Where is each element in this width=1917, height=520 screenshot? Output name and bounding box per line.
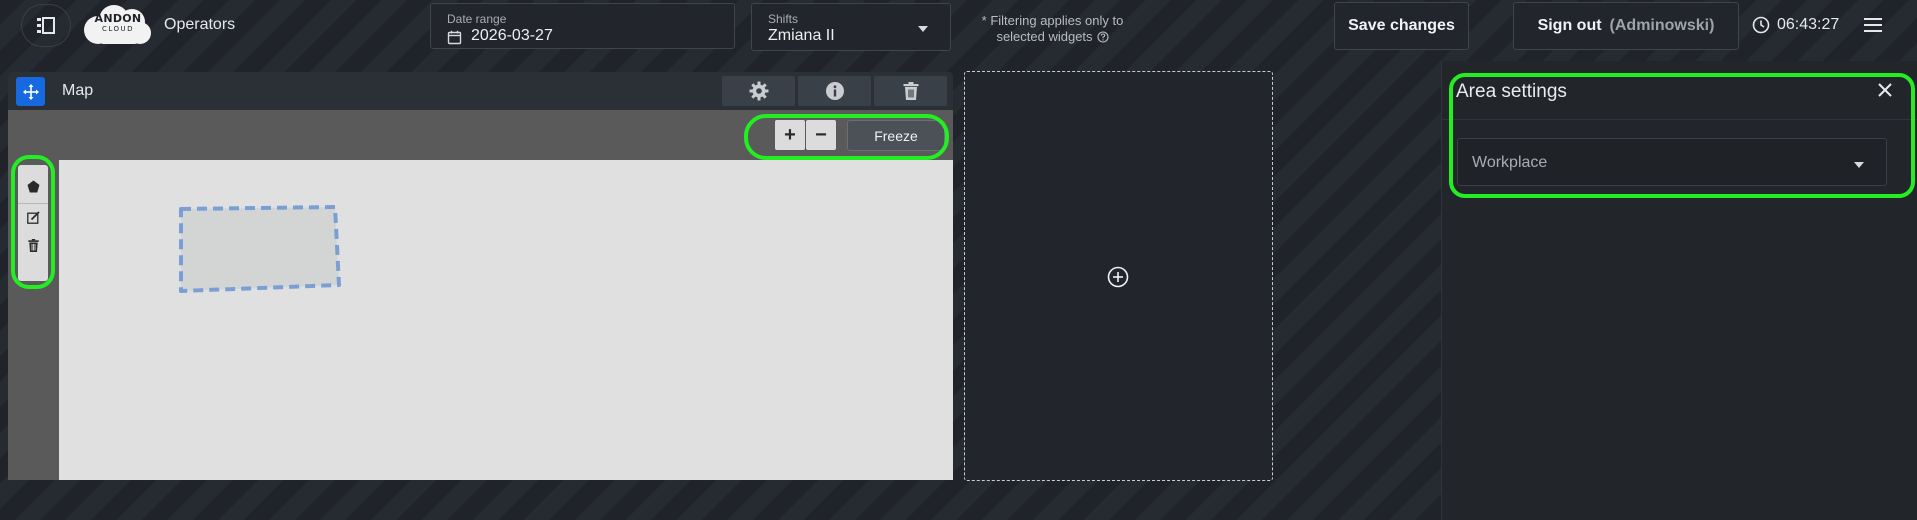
workplace-select[interactable]: Workplace (1457, 138, 1887, 186)
map-canvas[interactable] (59, 160, 953, 480)
edit-shapes-button[interactable] (18, 203, 48, 231)
map-widget: Map + − Freeze (8, 72, 953, 480)
andon-cloud-logo: ANDON CLOUD (80, 3, 156, 49)
chevron-down-icon (918, 26, 928, 32)
polygon-icon (27, 180, 40, 193)
sign-out-button[interactable]: Sign out (Adminowski) (1513, 2, 1739, 50)
date-range-picker[interactable]: Date range 2026-03-27 (430, 3, 735, 49)
clock-icon (1752, 16, 1770, 34)
chevron-down-icon (1854, 162, 1864, 168)
date-range-label: Date range (447, 12, 507, 26)
shifts-select[interactable]: Shifts Zmiana II (751, 3, 951, 51)
filter-note: * Filtering applies only to selected wid… (965, 13, 1140, 45)
sidebar-toggle-icon (36, 16, 56, 35)
sidebar-toggle-button[interactable] (21, 4, 71, 47)
logo-text: ANDON (94, 12, 142, 25)
shifts-label: Shifts (768, 12, 799, 26)
sign-out-label: Sign out (1537, 17, 1602, 34)
plus-circle-icon[interactable] (1107, 266, 1129, 288)
save-changes-button[interactable]: Save changes (1334, 2, 1469, 50)
info-icon (825, 81, 845, 101)
widget-info-button[interactable] (798, 76, 871, 106)
gear-icon (749, 81, 769, 101)
map-widget-title: Map (62, 82, 94, 99)
freeze-label: Freeze (874, 127, 918, 144)
trash-icon (903, 82, 919, 100)
clock-time: 06:43:27 (1777, 16, 1840, 33)
page-title: Operators (164, 16, 236, 33)
hamburger-menu-icon[interactable] (1863, 17, 1883, 33)
logo-subtext: CLOUD (101, 25, 135, 33)
zoom-out-button[interactable]: − (806, 120, 836, 150)
shifts-value: Zmiana II (768, 27, 835, 44)
widget-settings-button[interactable] (722, 76, 795, 106)
zoom-in-button[interactable]: + (775, 120, 805, 150)
delete-shapes-button[interactable] (18, 231, 48, 259)
freeze-button[interactable]: Freeze (847, 120, 945, 151)
save-changes-label: Save changes (1348, 17, 1455, 34)
trash-icon (27, 238, 39, 252)
widget-delete-button[interactable] (874, 76, 947, 106)
area-settings-panel: Area settings Workplace (1441, 61, 1917, 520)
move-handle[interactable] (16, 77, 45, 106)
date-range-value: 2026-03-27 (471, 27, 553, 44)
edit-icon (26, 211, 40, 224)
map-area-shape[interactable] (177, 205, 347, 295)
filter-note-line2: selected widgets (996, 29, 1093, 44)
move-icon (22, 83, 39, 100)
area-settings-title: Area settings (1456, 81, 1567, 102)
empty-widget-slot[interactable] (964, 71, 1273, 481)
workplace-placeholder: Workplace (1472, 154, 1548, 171)
help-icon[interactable] (1097, 31, 1109, 43)
panel-divider (1442, 119, 1917, 120)
draw-polygon-button[interactable] (18, 172, 48, 200)
close-icon[interactable] (1877, 82, 1893, 98)
map-widget-header: Map (8, 72, 953, 110)
draw-toolbar (18, 165, 48, 281)
filter-note-line1: * Filtering applies only to (981, 13, 1124, 28)
signed-in-user: (Adminowski) (1609, 17, 1715, 34)
calendar-icon (447, 30, 462, 45)
